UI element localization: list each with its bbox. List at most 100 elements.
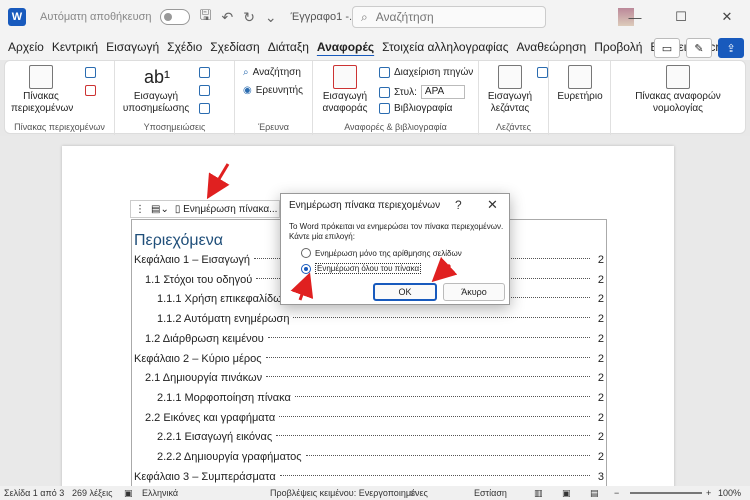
table-of-figures-button[interactable] <box>537 67 548 78</box>
tab-0[interactable]: Αρχείο <box>4 40 48 54</box>
footnote-icon: ab¹ <box>144 67 171 87</box>
toc-page-number: 2 <box>597 254 604 266</box>
insert-citation-button[interactable]: Εισαγωγή αναφοράς <box>317 65 373 115</box>
bibliography-button[interactable]: Βιβλιογραφία <box>379 103 452 114</box>
next-footnote-button[interactable] <box>199 85 210 96</box>
tab-8[interactable]: Αναθεώρηση <box>513 40 591 54</box>
drag-handle-icon[interactable]: ⋮ <box>135 204 145 215</box>
insert-citation-label: Εισαγωγή αναφοράς <box>322 91 368 114</box>
search-ribbon-icon: ⌕ <box>243 67 249 78</box>
update-table-link[interactable]: ▯ Ενημέρωση πίνακα... <box>175 204 278 215</box>
search-input[interactable]: ⌕ Αναζήτηση <box>352 6 546 28</box>
insert-footnote-button[interactable]: ab¹ Εισαγωγή υποσημείωσης <box>121 65 191 115</box>
group-citations: Εισαγωγή αναφοράς Διαχείριση πηγών Στυλ:… <box>313 61 479 135</box>
maximize-button[interactable]: ☐ <box>658 9 704 25</box>
read-mode-icon[interactable]: ▥ <box>534 488 543 499</box>
group-index: Ευρετήριο <box>549 61 611 135</box>
proofing-icon[interactable]: ▣ <box>124 488 133 499</box>
close-button[interactable]: ✕ <box>704 9 750 25</box>
index-icon <box>568 65 592 89</box>
cancel-button[interactable]: Άκυρο <box>443 283 505 301</box>
save-icon[interactable]: 🖫 <box>200 5 212 29</box>
customize-icon[interactable]: ⌄ <box>265 9 277 26</box>
autosave-toggle[interactable] <box>159 9 190 25</box>
tab-6[interactable]: Αναφορές <box>313 40 378 54</box>
zoom-level[interactable]: 100% <box>718 488 741 498</box>
next-footnote-icon <box>199 85 210 96</box>
toc-leader <box>276 435 590 437</box>
toc-entry[interactable]: 2.1 Δημιουργία πινάκων 2 <box>145 369 604 387</box>
radio-entire-table[interactable] <box>301 263 311 274</box>
share-icon[interactable]: ⇪ <box>718 38 744 58</box>
toc-leader <box>305 455 590 456</box>
add-text-icon <box>85 67 96 78</box>
tab-5[interactable]: Διάταξη <box>264 40 313 54</box>
toc-toolbar: ⋮ ▤⌄ ▯ Ενημέρωση πίνακα... <box>130 200 280 218</box>
toc-entry[interactable]: 2.2.1 Εισαγωγή εικόνας 2 <box>157 428 604 446</box>
toc-entry-text: 1.1.1 Χρήση επικεφαλίδων <box>157 293 290 306</box>
tab-2[interactable]: Εισαγωγή <box>102 40 163 54</box>
toc-entry-text: 2.2 Εικόνες και γραφήματα <box>145 411 278 424</box>
text-predictions[interactable]: Προβλέψεις κειμένου: Ενεργοποιημένες <box>270 488 428 498</box>
toc-entry-text: Κεφάλαιο 1 – Εισαγωγή <box>134 254 253 266</box>
dialog-close-icon[interactable]: ✕ <box>487 197 498 213</box>
page-count[interactable]: Σελίδα 1 από 3 <box>4 488 64 498</box>
print-layout-icon[interactable]: ▣ <box>562 488 571 499</box>
toc-entry[interactable]: Κεφάλαιο 3 – Συμπεράσματα 3 <box>134 468 604 486</box>
ribbon: Πίνακας περιεχομένων Πίνακας περιεχομένω… <box>4 60 746 135</box>
word-count[interactable]: 269 λέξεις <box>72 488 112 498</box>
style-select[interactable]: Στυλ: APA <box>379 85 465 99</box>
researcher-button[interactable]: ◉ Ερευνητής <box>243 85 303 96</box>
focus-button[interactable]: Εστίαση <box>474 488 507 498</box>
toc-entry[interactable]: 2.2.2 Δημιουργία γραφήματος 2 <box>157 448 604 466</box>
search-button[interactable]: ⌕ Αναζήτηση <box>243 67 301 78</box>
undo-icon[interactable]: ↶ <box>221 9 233 26</box>
insert-caption-button[interactable]: Εισαγωγή λεζάντας <box>485 65 535 115</box>
tab-9[interactable]: Προβολή <box>590 40 646 54</box>
language[interactable]: Ελληνικά <box>142 488 178 498</box>
search-placeholder: Αναζήτηση <box>375 10 434 24</box>
zoom-out-icon[interactable]: − <box>614 488 619 498</box>
manage-sources-label: Διαχείριση πηγών <box>394 67 474 78</box>
add-text-button[interactable] <box>85 67 96 78</box>
tab-1[interactable]: Κεντρική <box>48 40 102 54</box>
option-page-numbers[interactable]: Ενημέρωση μόνο της αρίθμησης σελίδων <box>301 248 462 258</box>
toc-leader <box>279 415 590 417</box>
radio-page-numbers[interactable] <box>301 248 311 258</box>
group-toc-label: Πίνακας περιεχομένων <box>14 122 105 132</box>
accessibility-icon[interactable]: ☺ <box>408 488 417 498</box>
redo-icon[interactable]: ↻ <box>243 9 255 26</box>
tab-7[interactable]: Στοιχεία αλληλογραφίας <box>378 40 512 54</box>
ok-button[interactable]: OK <box>373 283 437 301</box>
toc-entry[interactable]: 1.1.2 Αυτόματη ενημέρωση 2 <box>157 310 604 328</box>
update-table-button[interactable] <box>85 85 96 96</box>
toc-button[interactable]: Πίνακας περιεχομένων <box>11 65 73 115</box>
zoom-slider[interactable] <box>630 492 702 494</box>
toc-entry[interactable]: 2.1.1 Μορφοποίηση πίνακα 2 <box>157 389 604 407</box>
toc-entry-text: 2.2.2 Δημιουργία γραφήματος <box>157 451 304 463</box>
style-value[interactable]: APA <box>420 85 465 99</box>
toc-menu-icon[interactable]: ▤⌄ <box>151 204 169 215</box>
toc-page-number: 2 <box>597 313 604 326</box>
toc-entry[interactable]: 1.2 Διάρθρωση κειμένου 2 <box>145 330 604 348</box>
toc-entry-text: 1.1.2 Αυτόματη ενημέρωση <box>157 313 292 326</box>
toc-entry[interactable]: 2.2 Εικόνες και γραφήματα 2 <box>145 409 604 427</box>
tab-3[interactable]: Σχέδιο <box>163 40 206 54</box>
index-button[interactable]: Ευρετήριο <box>553 65 607 103</box>
index-label: Ευρετήριο <box>557 91 603 102</box>
show-notes-button[interactable] <box>199 103 210 114</box>
web-layout-icon[interactable]: ▤ <box>590 488 599 499</box>
option-page-numbers-label: Ενημέρωση μόνο της αρίθμησης σελίδων <box>315 248 462 258</box>
zoom-in-icon[interactable]: + <box>706 488 711 498</box>
editing-icon[interactable]: ✎ <box>686 38 712 58</box>
insert-endnote-button[interactable] <box>199 67 210 78</box>
toc-entry[interactable]: Κεφάλαιο 2 – Κύριο μέρος 2 <box>134 350 604 368</box>
help-icon[interactable]: ? <box>455 198 462 212</box>
comments-icon[interactable]: ▭ <box>654 38 680 58</box>
minimize-button[interactable]: — <box>612 10 658 25</box>
toc-leader <box>294 395 590 397</box>
table-of-authorities-button[interactable]: Πίνακας αναφορών νομολογίας <box>615 65 741 115</box>
option-entire-table[interactable]: Ενημέρωση όλου του πίνακα <box>301 263 422 274</box>
tab-4[interactable]: Σχεδίαση <box>206 40 263 54</box>
manage-sources-button[interactable]: Διαχείριση πηγών <box>379 67 473 78</box>
